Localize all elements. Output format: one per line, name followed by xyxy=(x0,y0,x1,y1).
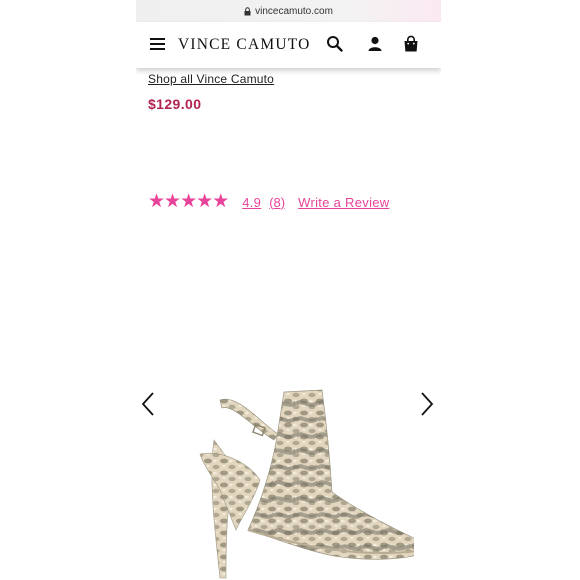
url-text: vincecamuto.com xyxy=(255,5,333,17)
browser-url-bar[interactable]: vincecamuto.com xyxy=(136,0,441,22)
write-review-link[interactable]: Write a Review xyxy=(298,195,389,210)
account-icon[interactable] xyxy=(366,35,384,53)
rating-row: ★ ★ ★ ★ ★ 4.9 (8) Write a Review xyxy=(148,191,389,212)
star-rating[interactable]: ★ ★ ★ ★ ★ xyxy=(148,191,230,212)
phone-screen: vincecamuto.com VINCE CAMUTO Shop all Vi… xyxy=(136,0,441,580)
star-icon: ★ xyxy=(212,191,230,212)
site-header: VINCE CAMUTO xyxy=(136,22,441,68)
chevron-left-icon[interactable] xyxy=(141,391,155,417)
rating-value-link[interactable]: 4.9 xyxy=(242,195,261,210)
product-price: $129.00 xyxy=(148,96,202,112)
review-count-link[interactable]: (8) xyxy=(269,195,285,210)
star-icon: ★ xyxy=(148,191,166,212)
lock-icon xyxy=(244,6,251,15)
star-icon: ★ xyxy=(180,191,198,212)
search-icon[interactable] xyxy=(326,35,344,53)
shop-all-link[interactable]: Shop all Vince Camuto xyxy=(148,72,274,86)
snakeskin-pump-image xyxy=(199,389,414,579)
star-icon: ★ xyxy=(164,191,182,212)
hamburger-menu-icon[interactable] xyxy=(150,38,165,50)
shopping-bag-icon[interactable] xyxy=(402,35,420,53)
chevron-right-icon[interactable] xyxy=(420,391,434,417)
star-icon: ★ xyxy=(196,191,214,212)
brand-logo[interactable]: VINCE CAMUTO xyxy=(178,36,311,54)
